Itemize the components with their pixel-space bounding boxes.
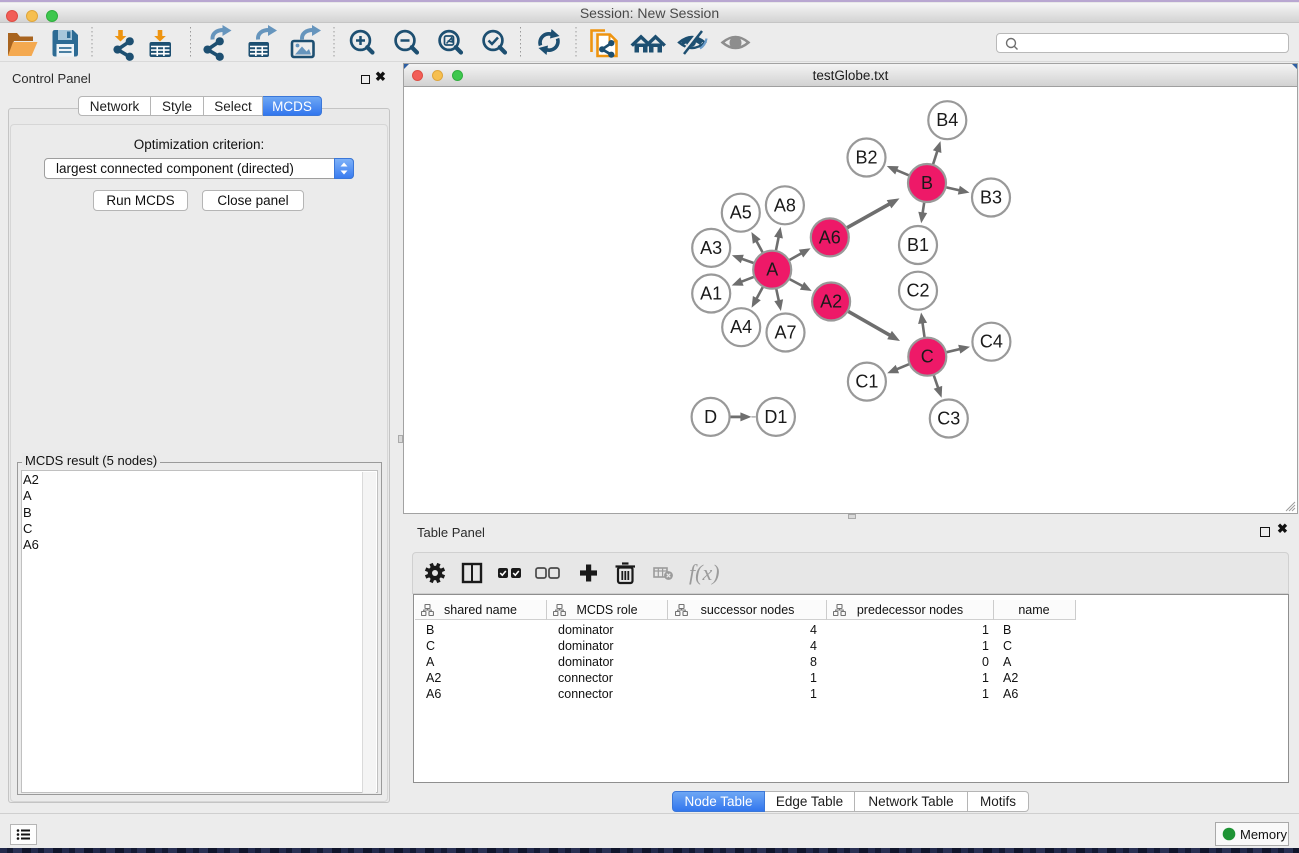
svg-text:C2: C2	[906, 281, 929, 301]
svg-text:A: A	[766, 260, 778, 280]
svg-text:A1: A1	[700, 284, 722, 304]
svg-text:D1: D1	[764, 407, 787, 427]
svg-text:A7: A7	[774, 323, 796, 343]
svg-text:A6: A6	[819, 227, 841, 247]
svg-text:C4: C4	[980, 332, 1003, 352]
svg-text:C3: C3	[937, 409, 960, 429]
svg-text:C: C	[921, 347, 934, 367]
svg-text:B2: B2	[855, 148, 877, 168]
svg-text:A8: A8	[774, 195, 796, 215]
svg-text:D: D	[704, 407, 717, 427]
svg-text:C1: C1	[855, 372, 878, 392]
svg-text:B3: B3	[980, 188, 1002, 208]
svg-text:B: B	[921, 173, 933, 193]
svg-text:A3: A3	[700, 238, 722, 258]
svg-text:B1: B1	[907, 235, 929, 255]
svg-text:A4: A4	[730, 317, 752, 337]
svg-text:A5: A5	[730, 203, 752, 223]
svg-text:f(x): f(x)	[689, 560, 720, 585]
svg-text:B4: B4	[936, 110, 958, 130]
svg-text:A2: A2	[820, 292, 842, 312]
